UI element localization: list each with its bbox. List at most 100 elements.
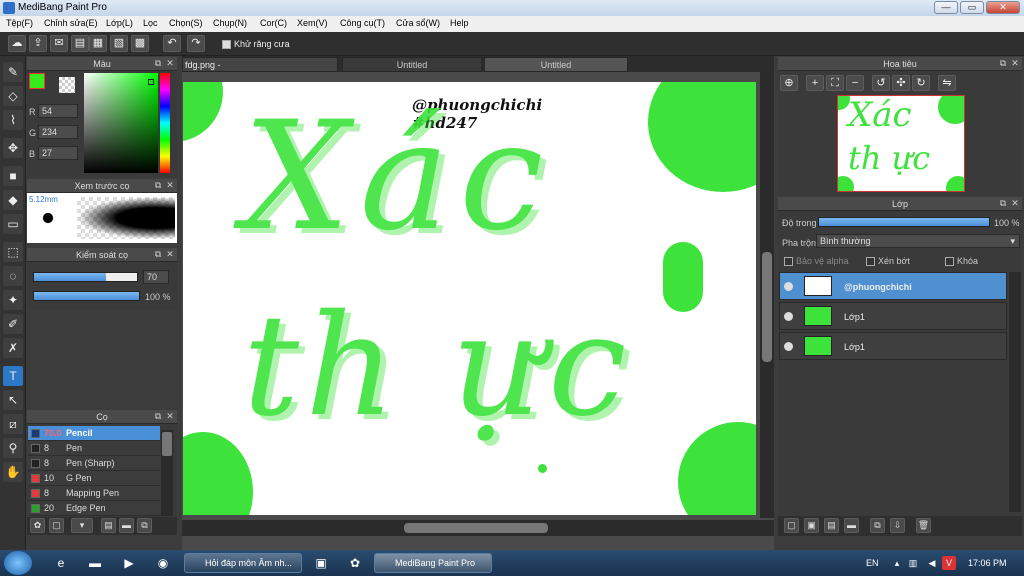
merge-layer-icon[interactable]: ⇩: [890, 518, 905, 533]
minimize-button[interactable]: —: [934, 1, 958, 14]
menu-file[interactable]: Tệp(F): [6, 18, 33, 28]
divide-tool-icon[interactable]: ⧄: [3, 414, 23, 434]
brush-menu-icon[interactable]: ▾: [71, 518, 93, 533]
tab-untitled-2[interactable]: Untitled: [484, 57, 628, 72]
language-indicator[interactable]: EN: [866, 558, 879, 568]
panel-close-icon[interactable]: ✕: [165, 411, 175, 422]
panel-float-icon[interactable]: ⧉: [153, 180, 163, 191]
canvas-vertical-scrollbar[interactable]: [760, 72, 774, 518]
antialias-checkbox[interactable]: [222, 40, 231, 49]
menu-help[interactable]: Help: [450, 18, 469, 28]
redo-icon[interactable]: ↷: [187, 35, 205, 52]
horizontal-scroll-thumb[interactable]: [404, 523, 548, 533]
menu-filter[interactable]: Lọc: [143, 18, 158, 28]
panel-float-icon[interactable]: ⧉: [153, 411, 163, 422]
new-layer-icon[interactable]: ▢: [784, 518, 799, 533]
delete-layer-icon[interactable]: 🗑: [916, 518, 931, 533]
menu-tools[interactable]: Công cụ(T): [340, 18, 385, 28]
duplicate-layer-icon[interactable]: ⧉: [870, 518, 885, 533]
hand-tool-icon[interactable]: ✋: [3, 462, 23, 482]
zoom-icon[interactable]: ⊕: [780, 75, 798, 91]
clock[interactable]: 17:06 PM: [968, 558, 1007, 568]
menu-color[interactable]: Cor(C): [260, 18, 287, 28]
menu-window[interactable]: Cửa sổ(W): [396, 18, 440, 28]
new-8bit-layer-icon[interactable]: ▤: [824, 518, 839, 533]
select-eraser-icon[interactable]: ✗: [3, 338, 23, 358]
g-field[interactable]: 234: [38, 125, 78, 139]
color-saturation-field[interactable]: [84, 73, 158, 173]
brush-item[interactable]: 20 Edge Pen: [28, 501, 160, 516]
r-field[interactable]: 54: [38, 104, 78, 118]
new-brush-icon[interactable]: ▢: [49, 518, 64, 533]
panel-close-icon[interactable]: ✕: [165, 58, 175, 69]
protect-alpha-checkbox[interactable]: [784, 257, 793, 266]
eraser-tool-icon[interactable]: ◇: [3, 86, 23, 106]
brush-item[interactable]: 8 Pen: [28, 441, 160, 456]
hue-slider[interactable]: [160, 73, 170, 173]
undo-icon[interactable]: ↶: [163, 35, 181, 52]
navigator-thumbnail[interactable]: Xác th ực: [837, 95, 965, 192]
close-button[interactable]: ✕: [986, 1, 1020, 14]
b-field[interactable]: 27: [38, 146, 78, 160]
chrome-icon[interactable]: ◉: [154, 554, 172, 572]
shape-tool-icon[interactable]: ■: [3, 166, 23, 186]
lock-checkbox[interactable]: [945, 257, 954, 266]
brush-item[interactable]: 10 G Pen: [28, 471, 160, 486]
folder-icon[interactable]: ▬: [86, 554, 104, 572]
volume-icon[interactable]: ◀: [923, 554, 941, 572]
comment-icon[interactable]: ✉: [50, 35, 68, 52]
fill-tool-icon[interactable]: ◆: [3, 190, 23, 210]
brush-size-field[interactable]: 70: [143, 270, 169, 284]
eye-icon[interactable]: [784, 312, 793, 321]
layer-folder-icon[interactable]: ▬: [844, 518, 859, 533]
layers-scrollbar[interactable]: [1009, 272, 1021, 512]
brush-opacity-slider[interactable]: [33, 291, 140, 301]
grid-icon[interactable]: ▧: [110, 35, 128, 52]
document-icon[interactable]: ▤: [71, 35, 89, 52]
brush-tool-icon[interactable]: ✎: [3, 62, 23, 82]
network-icon[interactable]: ▥: [904, 554, 922, 572]
ie-icon[interactable]: e: [52, 554, 70, 572]
brush-list-scrollbar[interactable]: [161, 430, 173, 516]
canvas-horizontal-scrollbar[interactable]: [182, 520, 774, 536]
tab-untitled-1[interactable]: Untitled: [342, 57, 482, 72]
eye-icon[interactable]: [784, 342, 793, 351]
dot-tool-icon[interactable]: ⌇: [3, 110, 23, 130]
move-tool-icon[interactable]: ✥: [3, 138, 23, 158]
taskbar-item-medibang[interactable]: MediBang Paint Pro: [374, 553, 492, 573]
zoom-in-icon[interactable]: +: [806, 75, 824, 91]
reset-view-icon[interactable]: ✣: [892, 75, 910, 91]
eye-icon[interactable]: [784, 282, 793, 291]
media-player-icon[interactable]: ▶: [120, 554, 138, 572]
panel-float-icon[interactable]: ⧉: [998, 198, 1008, 209]
brush-folder-icon[interactable]: ▬: [119, 518, 134, 533]
start-button[interactable]: [4, 551, 32, 575]
page-icon[interactable]: ▦: [89, 35, 107, 52]
share-icon[interactable]: ⇪: [29, 35, 47, 52]
fit-icon[interactable]: ⛶: [826, 75, 844, 91]
brush-settings-icon[interactable]: ▤: [101, 518, 116, 533]
brush-size-slider[interactable]: [33, 272, 138, 282]
transparent-color-swatch[interactable]: [59, 77, 75, 93]
panel-close-icon[interactable]: ✕: [1010, 58, 1020, 69]
zoom-out-icon[interactable]: −: [846, 75, 864, 91]
rotate-right-icon[interactable]: ↻: [912, 75, 930, 91]
add-brush-icon[interactable]: ✿: [30, 518, 45, 533]
panel-close-icon[interactable]: ✕: [1010, 198, 1020, 209]
rotate-left-icon[interactable]: ↺: [872, 75, 890, 91]
blend-mode-select[interactable]: Bình thường ▾: [816, 234, 1020, 248]
panel-close-icon[interactable]: ✕: [165, 180, 175, 191]
brush-item[interactable]: 8 Mapping Pen: [28, 486, 160, 501]
menu-edit[interactable]: Chỉnh sửa(E): [44, 18, 98, 28]
select-pen-icon[interactable]: ✐: [3, 314, 23, 334]
tab-fdg[interactable]: fdg.png - C:/Users/Administrator/Desktop: [182, 57, 338, 85]
layer-row[interactable]: Lớp1: [779, 332, 1007, 360]
lasso-tool-icon[interactable]: ◌: [3, 266, 23, 286]
eyedropper-icon[interactable]: ⚲: [3, 438, 23, 458]
app-icon[interactable]: ▣: [312, 554, 330, 572]
foreground-color-swatch[interactable]: [29, 73, 45, 89]
brush-item[interactable]: 8 Pen (Sharp): [28, 456, 160, 471]
brush-list-scroll-thumb[interactable]: [162, 432, 172, 456]
panel-float-icon[interactable]: ⧉: [153, 58, 163, 69]
select-tool-icon[interactable]: ⬚: [3, 242, 23, 262]
